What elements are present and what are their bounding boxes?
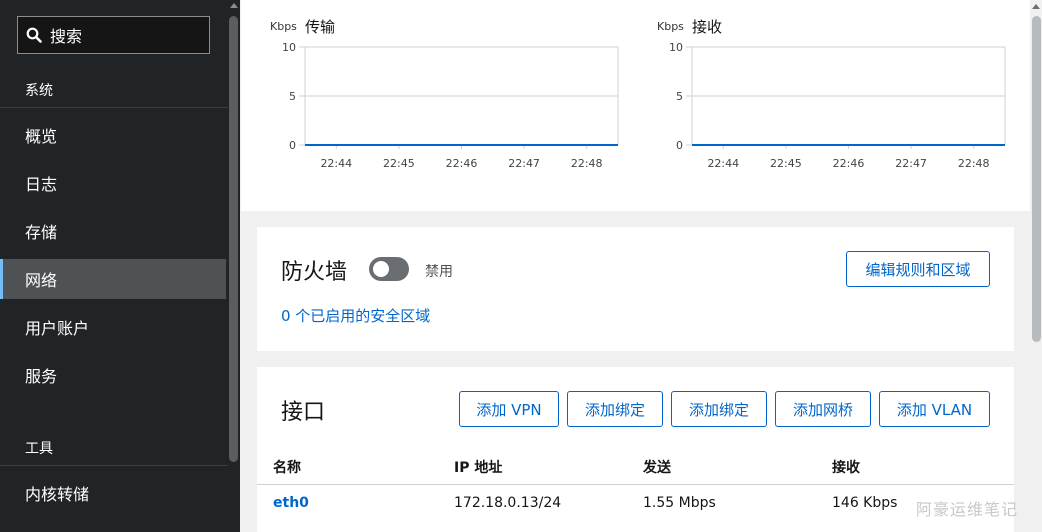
sidebar-item-label: 内核转储 xyxy=(25,485,90,504)
add-team-button[interactable]: 添加绑定 xyxy=(671,391,767,427)
interface-receive: 146 Kbps xyxy=(832,495,898,511)
table-divider xyxy=(257,484,1014,485)
main-scroll-up-arrow-icon[interactable] xyxy=(1032,4,1040,9)
sidebar-item-kdump[interactable]: 内核转储 xyxy=(0,473,226,513)
x-tick-label: 22:46 xyxy=(446,157,478,170)
y-tick-label: 10 xyxy=(669,41,683,54)
firewall-toggle-knob xyxy=(373,261,389,277)
sidebar-item-logs[interactable]: 日志 xyxy=(0,163,226,203)
sidebar-item-services[interactable]: 服务 xyxy=(0,355,226,395)
receive-chart-title: 接收 xyxy=(692,18,723,36)
sidebar-item-overview[interactable]: 概览 xyxy=(0,115,226,155)
y-tick-label: 5 xyxy=(676,90,683,103)
x-tick-label: 22:45 xyxy=(770,157,802,170)
receive-chart: 0 5 10 22:44 22:45 22:46 22:47 22:48 xyxy=(669,41,1006,170)
sidebar-scroll-up-arrow-icon[interactable] xyxy=(230,3,238,8)
sidebar-scrollbar-thumb[interactable] xyxy=(229,16,238,462)
column-header-name[interactable]: 名称 xyxy=(273,457,301,477)
y-tick-label: 5 xyxy=(289,90,296,103)
add-bond-button[interactable]: 添加绑定 xyxy=(567,391,663,427)
sidebar-section-system: 系统 xyxy=(25,83,53,99)
firewall-toggle[interactable] xyxy=(369,257,409,281)
sidebar-item-label: 服务 xyxy=(25,367,58,386)
interface-send: 1.55 Mbps xyxy=(643,495,716,511)
sidebar-item-accounts[interactable]: 用户账户 xyxy=(0,307,226,347)
interfaces-card: 接口 添加 VPN 添加绑定 添加绑定 添加网桥 添加 VLAN 名称 IP 地… xyxy=(257,367,1014,532)
x-tick-label: 22:45 xyxy=(383,157,415,170)
y-tick-label: 0 xyxy=(289,139,296,152)
column-header-ip[interactable]: IP 地址 xyxy=(454,457,502,477)
x-tick-label: 22:44 xyxy=(707,157,739,170)
firewall-card: 防火墙 禁用 编辑规则和区域 0 个已启用的安全区域 xyxy=(257,227,1014,351)
active-zones-link[interactable]: 0 个已启用的安全区域 xyxy=(281,305,430,326)
sidebar-item-label: 日志 xyxy=(25,175,58,194)
transmit-chart: 0 5 10 22:44 22:45 22:46 22:47 22:48 xyxy=(282,41,619,170)
add-vpn-button[interactable]: 添加 VPN xyxy=(459,391,559,427)
interface-ip: 172.18.0.13/24 xyxy=(454,495,562,511)
x-tick-label: 22:47 xyxy=(508,157,540,170)
search-icon xyxy=(26,27,42,43)
sidebar-section-tools: 工具 xyxy=(25,441,53,457)
sidebar: 搜索 系统 概览 日志 存储 网络 用户账户 服务 工具 内核转储 xyxy=(0,0,228,532)
column-header-receive[interactable]: 接收 xyxy=(832,457,860,477)
network-charts-card: Kbps 传输 0 5 10 22:44 22:45 22:46 22:47 22:48 Kb… xyxy=(241,0,1030,211)
y-tick-label: 0 xyxy=(676,139,683,152)
main-scrollbar-thumb[interactable] xyxy=(1032,16,1041,342)
add-vlan-button[interactable]: 添加 VLAN xyxy=(879,391,990,427)
search-input[interactable]: 搜索 xyxy=(17,16,210,54)
add-bridge-button[interactable]: 添加网桥 xyxy=(775,391,871,427)
x-tick-label: 22:48 xyxy=(958,157,990,170)
interface-name-link[interactable]: eth0 xyxy=(273,495,309,511)
sidebar-divider xyxy=(0,465,228,466)
x-tick-label: 22:47 xyxy=(895,157,927,170)
x-tick-label: 22:48 xyxy=(571,157,603,170)
watermark-text: 阿豪运维笔记 xyxy=(916,500,1019,519)
sidebar-item-label: 网络 xyxy=(25,271,58,290)
receive-chart-unit: Kbps xyxy=(657,20,684,33)
sidebar-item-storage[interactable]: 存储 xyxy=(0,211,226,251)
firewall-status: 禁用 xyxy=(425,264,453,280)
x-tick-label: 22:44 xyxy=(320,157,352,170)
y-tick-label: 10 xyxy=(282,41,296,54)
firewall-title: 防火墙 xyxy=(281,260,348,285)
column-header-send[interactable]: 发送 xyxy=(643,457,671,477)
search-label: 搜索 xyxy=(50,27,83,46)
sidebar-item-networking[interactable]: 网络 xyxy=(0,259,226,299)
sidebar-divider xyxy=(0,107,228,108)
edit-rules-and-zones-button[interactable]: 编辑规则和区域 xyxy=(846,251,990,287)
interfaces-title: 接口 xyxy=(281,400,326,425)
sidebar-item-label: 概览 xyxy=(25,127,58,146)
sidebar-item-label: 用户账户 xyxy=(25,319,90,338)
x-tick-label: 22:46 xyxy=(833,157,865,170)
transmit-chart-unit: Kbps xyxy=(270,20,297,33)
sidebar-item-label: 存储 xyxy=(25,223,58,242)
transmit-chart-title: 传输 xyxy=(305,18,336,36)
